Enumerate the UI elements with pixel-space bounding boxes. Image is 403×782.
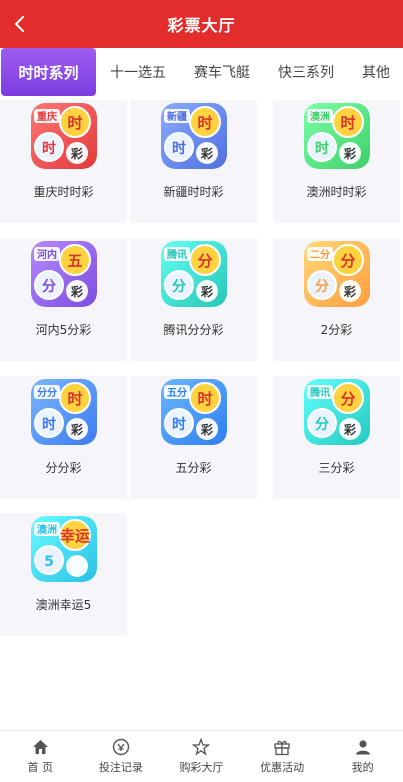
bet-record-icon bbox=[112, 738, 130, 756]
svg-text:腾讯: 腾讯 bbox=[309, 386, 330, 399]
nav-label: 我的 bbox=[351, 761, 374, 774]
lottery-ball-icon: 二分分分彩 bbox=[303, 241, 370, 307]
game-card-cqssc[interactable]: 重庆时时彩 重庆时时彩 bbox=[0, 100, 127, 223]
game-card-xjssc[interactable]: 新疆时时彩 新疆时时彩 bbox=[130, 100, 257, 223]
category-tabs: 时时系列 十一选五 赛车飞艇 快三系列 其他 bbox=[0, 48, 403, 96]
tab-k3[interactable]: 快三系列 bbox=[264, 48, 348, 96]
lottery-ball-icon: 腾讯分分彩 bbox=[303, 379, 370, 445]
svg-text:时: 时 bbox=[197, 390, 212, 408]
game-label: 三分彩 bbox=[318, 461, 355, 475]
gift-icon bbox=[273, 738, 291, 756]
svg-text:重庆: 重庆 bbox=[37, 110, 57, 123]
svg-text:彩: 彩 bbox=[342, 422, 355, 437]
nav-bet-record[interactable]: 投注记录 bbox=[81, 731, 162, 782]
nav-mine[interactable]: 我的 bbox=[322, 731, 403, 782]
game-label: 五分彩 bbox=[175, 461, 212, 475]
game-label: 河内5分彩 bbox=[35, 323, 92, 337]
svg-text:彩: 彩 bbox=[69, 284, 82, 299]
lottery-ball-icon: 重庆时时彩 bbox=[30, 103, 97, 169]
nav-home[interactable]: 首 页 bbox=[0, 731, 81, 782]
lottery-ball-icon: 新疆时时彩 bbox=[160, 103, 227, 169]
game-label: 分分彩 bbox=[45, 461, 82, 475]
svg-text:分: 分 bbox=[197, 252, 212, 270]
svg-text:二分: 二分 bbox=[310, 248, 330, 261]
back-button[interactable] bbox=[8, 12, 32, 36]
lottery-ball-icon: 澳洲时时彩 bbox=[303, 103, 370, 169]
svg-text:时: 时 bbox=[315, 140, 329, 157]
svg-text:分分: 分分 bbox=[37, 386, 57, 399]
svg-text:时: 时 bbox=[42, 416, 56, 433]
tab-shishi[interactable]: 时时系列 bbox=[1, 48, 96, 96]
game-card-2fc[interactable]: 二分分分彩 2分彩 bbox=[273, 238, 400, 361]
game-card-ffc[interactable]: 分分时时彩 分分彩 bbox=[0, 376, 127, 499]
svg-text:河内: 河内 bbox=[37, 248, 57, 261]
svg-text:5: 5 bbox=[44, 554, 54, 570]
svg-text:时: 时 bbox=[197, 114, 212, 132]
svg-text:彩: 彩 bbox=[199, 146, 212, 161]
svg-text:时: 时 bbox=[340, 114, 355, 132]
tab-racing[interactable]: 赛车飞艇 bbox=[180, 48, 264, 96]
app: 彩票大厅 时时系列 十一选五 赛车飞艇 快三系列 其他 重庆时时彩 重庆时时彩 … bbox=[0, 0, 403, 782]
bottom-nav: 首 页 投注记录 购彩大厅 优惠活动 我的 bbox=[0, 730, 403, 782]
svg-text:五分: 五分 bbox=[167, 386, 187, 399]
svg-text:澳洲: 澳洲 bbox=[310, 110, 330, 123]
svg-text:时: 时 bbox=[42, 140, 56, 157]
header-bar: 彩票大厅 bbox=[0, 0, 403, 48]
svg-text:时: 时 bbox=[172, 416, 186, 433]
game-label: 澳洲时时彩 bbox=[306, 185, 367, 199]
lottery-hall-icon bbox=[192, 738, 211, 756]
svg-text:彩: 彩 bbox=[69, 146, 82, 161]
svg-text:彩: 彩 bbox=[69, 422, 82, 437]
svg-text:彩: 彩 bbox=[199, 422, 212, 437]
game-label: 重庆时时彩 bbox=[33, 185, 94, 199]
svg-text:时: 时 bbox=[172, 140, 186, 157]
lottery-ball-icon: 分分时时彩 bbox=[30, 379, 97, 445]
svg-text:分: 分 bbox=[315, 417, 329, 433]
lottery-ball-icon: 五分时时彩 bbox=[160, 379, 227, 445]
nav-lottery-hall[interactable]: 购彩大厅 bbox=[161, 731, 242, 782]
svg-text:分: 分 bbox=[172, 279, 186, 295]
svg-text:新疆: 新疆 bbox=[167, 110, 187, 123]
game-label: 腾讯分分彩 bbox=[163, 323, 224, 337]
svg-text:彩: 彩 bbox=[199, 284, 212, 299]
game-card-3fc[interactable]: 腾讯分分彩 三分彩 bbox=[273, 376, 400, 499]
game-label: 2分彩 bbox=[320, 323, 353, 337]
svg-text:彩: 彩 bbox=[342, 146, 355, 161]
svg-text:分: 分 bbox=[315, 279, 329, 295]
user-icon bbox=[354, 738, 372, 756]
lottery-ball-icon: 河内五分彩 bbox=[30, 241, 97, 307]
home-icon bbox=[31, 738, 49, 756]
svg-text:五: 五 bbox=[67, 252, 82, 270]
nav-label: 投注记录 bbox=[98, 761, 143, 774]
game-label: 新疆时时彩 bbox=[163, 185, 224, 199]
chevron-left-icon bbox=[14, 16, 24, 32]
svg-text:澳洲: 澳洲 bbox=[37, 523, 57, 536]
tab-11x5[interactable]: 十一选五 bbox=[96, 48, 180, 96]
svg-text:彩: 彩 bbox=[342, 284, 355, 299]
svg-text:时: 时 bbox=[67, 390, 82, 408]
game-card-azssc[interactable]: 澳洲时时彩 澳洲时时彩 bbox=[273, 100, 400, 223]
game-card-txffc[interactable]: 腾讯分分彩 腾讯分分彩 bbox=[130, 238, 257, 361]
svg-text:腾讯: 腾讯 bbox=[166, 248, 187, 261]
svg-text:时: 时 bbox=[67, 114, 82, 132]
game-card-azxy5[interactable]: 澳洲 幸运 5 澳洲幸运5 bbox=[0, 513, 127, 636]
svg-text:分: 分 bbox=[42, 279, 56, 295]
game-label: 澳洲幸运5 bbox=[35, 598, 92, 612]
nav-promotions[interactable]: 优惠活动 bbox=[242, 731, 323, 782]
lottery-ball-icon: 腾讯分分彩 bbox=[160, 241, 227, 307]
nav-label: 首 页 bbox=[27, 761, 54, 774]
nav-label: 购彩大厅 bbox=[179, 761, 224, 774]
svg-text:幸运: 幸运 bbox=[59, 527, 89, 545]
tab-other[interactable]: 其他 bbox=[348, 48, 403, 96]
lottery-ball-icon: 澳洲 幸运 5 bbox=[30, 516, 97, 582]
game-card-hn5fc[interactable]: 河内五分彩 河内5分彩 bbox=[0, 238, 127, 361]
game-card-5fc[interactable]: 五分时时彩 五分彩 bbox=[130, 376, 257, 499]
svg-text:分: 分 bbox=[340, 390, 355, 408]
page-title: 彩票大厅 bbox=[167, 16, 236, 35]
svg-text:分: 分 bbox=[340, 252, 355, 270]
nav-label: 优惠活动 bbox=[260, 761, 305, 774]
